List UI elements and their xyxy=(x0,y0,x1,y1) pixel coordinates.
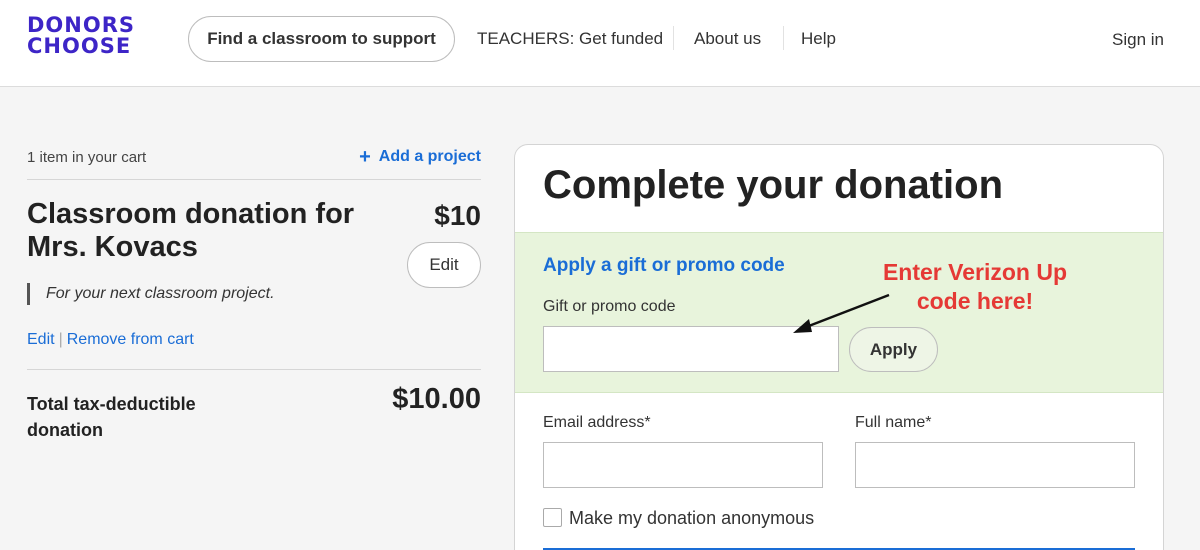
cart-item-count: 1 item in your cart xyxy=(27,149,147,166)
edit-amount-button[interactable]: Edit xyxy=(407,242,481,288)
sign-in-link[interactable]: Sign in xyxy=(1112,30,1164,50)
nav-divider xyxy=(783,26,784,50)
site-header: DONORS CHOOSE Find a classroom to suppor… xyxy=(0,0,1200,87)
promo-code-label: Gift or promo code xyxy=(543,298,676,315)
apply-promo-link[interactable]: Apply a gift or promo code xyxy=(543,255,785,277)
add-project-label: Add a project xyxy=(378,148,481,165)
page-title: Complete your donation xyxy=(543,163,1003,207)
logo-line-2: CHOOSE xyxy=(27,34,132,58)
full-name-field[interactable] xyxy=(855,442,1135,488)
donation-form-card: Complete your donation Apply a gift or p… xyxy=(514,144,1164,550)
cart-divider xyxy=(27,369,481,370)
plus-icon: + xyxy=(359,146,371,168)
anonymous-label: Make my donation anonymous xyxy=(569,508,815,528)
find-classroom-button[interactable]: Find a classroom to support xyxy=(188,16,455,62)
full-name-label: Full name* xyxy=(855,414,932,431)
add-project-link[interactable]: + Add a project xyxy=(359,146,481,168)
nav-about-us[interactable]: About us xyxy=(694,29,761,49)
cart-item-note: For your next classroom project. xyxy=(27,283,275,305)
email-field[interactable] xyxy=(543,442,823,488)
annotation-line-1: Enter Verizon Up xyxy=(882,259,1068,285)
cart-item-price: $10 xyxy=(434,200,481,231)
promo-code-section: Apply a gift or promo code Gift or promo… xyxy=(515,232,1163,393)
link-separator: | xyxy=(58,331,63,348)
logo-line-1: DONORS xyxy=(27,13,136,37)
anonymous-checkbox[interactable] xyxy=(543,508,562,527)
cart-divider xyxy=(27,179,481,180)
cart-item-actions: Edit | Remove from cart xyxy=(27,331,194,349)
total-label: Total tax-deductible donation xyxy=(27,394,196,440)
total-value: $10.00 xyxy=(392,383,481,415)
annotation-arrow-icon xyxy=(793,293,890,333)
donorschoose-logo[interactable]: DONORS CHOOSE xyxy=(27,15,135,57)
nav-teachers-get-funded[interactable]: TEACHERS: Get funded xyxy=(477,29,663,49)
cart-item-title: Classroom donation for Mrs. Kovacs xyxy=(27,198,355,263)
remove-from-cart-link[interactable]: Remove from cart xyxy=(67,331,194,348)
email-label: Email address* xyxy=(543,414,651,431)
nav-divider xyxy=(673,26,674,50)
nav-help[interactable]: Help xyxy=(801,29,836,49)
edit-link[interactable]: Edit xyxy=(27,331,55,348)
